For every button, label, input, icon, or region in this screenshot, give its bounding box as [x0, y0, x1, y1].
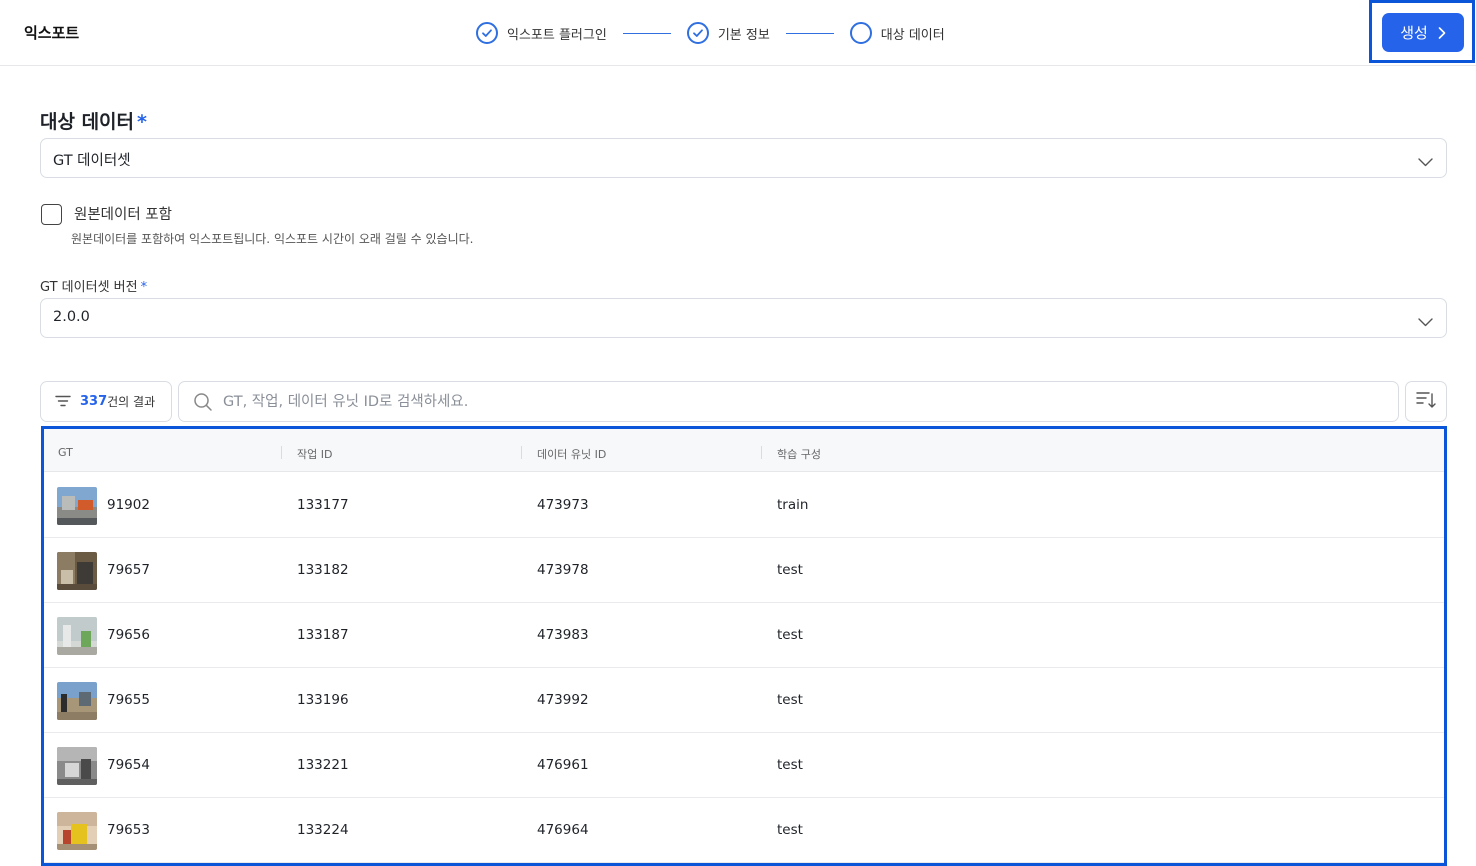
data-unit-id: 476964: [537, 822, 589, 838]
gt-id: 79656: [107, 627, 150, 643]
include-original-help: 원본데이터를 포함하여 익스포트됩니다. 익스포트 시간이 오래 걸릴 수 있습…: [71, 232, 474, 246]
data-unit-id: 476961: [537, 757, 589, 773]
gt-thumbnail: [57, 747, 97, 785]
training-split: train: [777, 497, 809, 513]
task-id: 133182: [297, 562, 349, 578]
step-connector: [785, 32, 834, 34]
sort-icon: [1416, 391, 1436, 413]
gt-thumbnail: [57, 617, 97, 655]
step-target-data[interactable]: 대상 데이터: [849, 22, 945, 44]
chevron-down-icon: [1418, 312, 1433, 331]
column-divider: [761, 446, 762, 459]
required-mark: *: [137, 111, 147, 133]
table-header: GT 작업 ID 데이터 유닛 ID 학습 구성: [44, 429, 1444, 472]
training-split: test: [777, 822, 803, 838]
task-id: 133196: [297, 692, 349, 708]
version-select-value: 2.0.0: [53, 309, 90, 325]
gt-thumbnail: [57, 682, 97, 720]
training-split: test: [777, 692, 803, 708]
column-divider: [281, 446, 282, 459]
step-export-plugin[interactable]: 익스포트 플러그인: [476, 22, 607, 44]
result-count: 337: [80, 394, 108, 409]
dataset-select[interactable]: GT 데이터셋: [40, 138, 1447, 178]
training-split: test: [777, 627, 803, 643]
result-count-suffix: 건의 결과: [107, 395, 156, 409]
page-title: 익스포트: [24, 24, 80, 42]
training-split: test: [777, 562, 803, 578]
gt-id: 79653: [107, 822, 150, 838]
data-unit-id: 473978: [537, 562, 589, 578]
gt-thumbnail: [57, 487, 97, 525]
filter-lines-icon: [55, 392, 71, 411]
section-title: 대상 데이터 *: [40, 111, 147, 133]
filter-button[interactable]: 337 건의 결과: [40, 381, 172, 422]
required-mark: *: [140, 280, 148, 295]
data-unit-id: 473992: [537, 692, 589, 708]
gt-thumbnail: [57, 552, 97, 590]
search-input[interactable]: [223, 391, 1383, 413]
column-header-unit-id[interactable]: 데이터 유닛 ID: [537, 446, 606, 462]
data-unit-id: 473983: [537, 627, 589, 643]
gt-id: 79654: [107, 757, 150, 773]
gt-id: 79657: [107, 562, 150, 578]
chevron-down-icon: [1418, 152, 1433, 171]
step-label: 익스포트 플러그인: [507, 27, 607, 43]
version-label: GT 데이터셋 버전 *: [40, 280, 148, 295]
table-row[interactable]: 79653 133224 476964 test: [44, 798, 1444, 863]
include-original-checkbox[interactable]: [41, 204, 62, 225]
table-row[interactable]: 79654 133221 476961 test: [44, 733, 1444, 798]
gt-thumbnail: [57, 812, 97, 850]
column-divider: [521, 446, 522, 459]
sort-button[interactable]: [1405, 381, 1447, 422]
search-box[interactable]: [178, 381, 1399, 422]
stepper: 익스포트 플러그인 기본 정보 대상 데이터: [476, 21, 945, 45]
task-id: 133224: [297, 822, 349, 838]
table-row[interactable]: 91902 133177 473973 train: [44, 473, 1444, 538]
step-basic-info[interactable]: 기본 정보: [686, 22, 770, 44]
table-row[interactable]: 79656 133187 473983 test: [44, 603, 1444, 668]
table-row[interactable]: 79657 133182 473978 test: [44, 538, 1444, 603]
table-row[interactable]: 79655 133196 473992 test: [44, 668, 1444, 733]
step-connector: [622, 32, 671, 34]
chevron-right-icon: [1438, 26, 1446, 39]
task-id: 133221: [297, 757, 349, 773]
dataset-select-value: GT 데이터셋: [53, 153, 131, 169]
gt-table: GT 작업 ID 데이터 유닛 ID 학습 구성 91902 133177 47…: [41, 426, 1447, 866]
include-original-label[interactable]: 원본데이터 포함: [74, 203, 172, 224]
top-bar: 익스포트 익스포트 플러그인 기본 정보 대상 데이터 생성: [0, 0, 1476, 66]
check-circle-icon: [476, 22, 498, 44]
search-icon: [193, 392, 213, 416]
data-unit-id: 473973: [537, 497, 589, 513]
create-button-label: 생성: [1400, 24, 1428, 42]
step-label: 기본 정보: [717, 27, 770, 43]
column-header-split[interactable]: 학습 구성: [777, 446, 821, 462]
column-header-task-id[interactable]: 작업 ID: [297, 446, 332, 462]
step-label: 대상 데이터: [880, 27, 945, 43]
circle-icon: [849, 22, 872, 44]
gt-id: 91902: [107, 497, 150, 513]
training-split: test: [777, 757, 803, 773]
create-button[interactable]: 생성: [1382, 13, 1464, 52]
column-header-gt[interactable]: GT: [58, 446, 73, 459]
task-id: 133177: [297, 497, 349, 513]
task-id: 133187: [297, 627, 349, 643]
gt-id: 79655: [107, 692, 150, 708]
check-circle-icon: [686, 22, 709, 44]
version-select[interactable]: 2.0.0: [40, 298, 1447, 338]
